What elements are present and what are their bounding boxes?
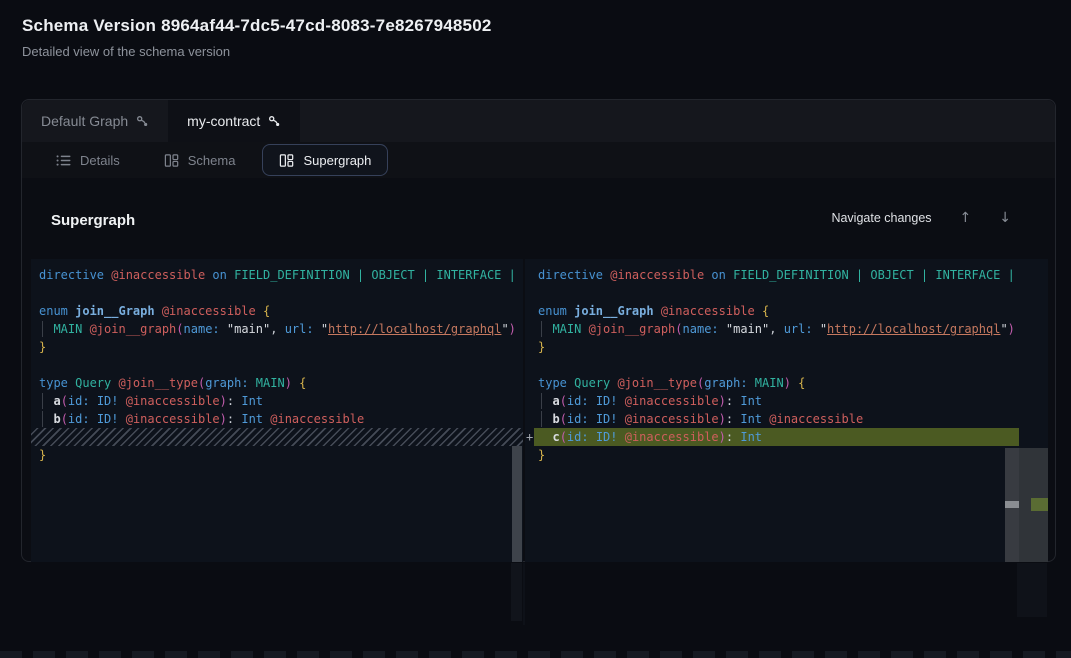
arrow-down-icon: ↓ <box>999 210 1011 226</box>
fork-icon <box>268 115 281 128</box>
code-line: b(id: ID! @inaccessible): Int @inaccessi… <box>31 410 523 428</box>
page-subtitle: Detailed view of the schema version <box>22 44 492 59</box>
tab-default-graph[interactable]: Default Graph <box>22 100 168 142</box>
divider-overflow-strip <box>523 563 525 625</box>
code-line <box>31 356 523 374</box>
minimap-overflow-strip <box>1017 563 1047 617</box>
code-line <box>31 284 523 302</box>
scrollbar-overflow-strip <box>511 563 522 621</box>
diff-added-marker: + <box>526 428 533 446</box>
code-line: type Query @join__type(graph: MAIN) { <box>525 374 1048 392</box>
diff-right-code: directive @inaccessible on FIELD_DEFINIT… <box>525 259 1048 464</box>
diff-placeholder-line <box>31 428 523 446</box>
code-line: b(id: ID! @inaccessible): Int @inaccessi… <box>525 410 1048 428</box>
minimap-viewport-marker <box>1005 501 1019 508</box>
code-line: a(id: ID! @inaccessible): Int <box>31 392 523 410</box>
bottom-dashed-edge <box>0 651 1071 658</box>
tab-my-contract[interactable]: my-contract <box>168 100 300 142</box>
code-line: a(id: ID! @inaccessible): Int <box>525 392 1048 410</box>
tab-label: Default Graph <box>41 113 128 129</box>
variant-tab-bar: Default Graph my-contract <box>22 100 1055 142</box>
code-line: } <box>31 446 523 464</box>
diff-left-editor[interactable]: directive @inaccessible on FIELD_DEFINIT… <box>31 259 523 562</box>
tab-label: my-contract <box>187 113 260 129</box>
left-editor-scrollbar[interactable] <box>512 446 522 562</box>
view-tab-bar: Details Schema Supergraph <box>22 142 1055 178</box>
split-panels-icon <box>279 153 294 168</box>
schema-version-card: Default Graph my-contract <box>21 99 1056 562</box>
code-line <box>525 356 1048 374</box>
code-line <box>525 284 1048 302</box>
split-panels-icon <box>164 153 179 168</box>
tab-supergraph[interactable]: Supergraph <box>262 144 388 176</box>
code-line: directive @inaccessible on FIELD_DEFINIT… <box>525 266 1048 284</box>
navigate-changes-label: Navigate changes <box>831 211 931 225</box>
navigate-changes: Navigate changes ↑ ↓ <box>831 211 1011 225</box>
supergraph-heading: Supergraph <box>51 212 135 229</box>
subtab-label: Supergraph <box>303 153 371 168</box>
diff-right-editor[interactable]: directive @inaccessible on FIELD_DEFINIT… <box>525 259 1048 562</box>
minimap-added-change-marker <box>1031 498 1048 511</box>
tab-details[interactable]: Details <box>39 144 137 176</box>
page-header: Schema Version 8964af44-7dc5-47cd-8083-7… <box>22 16 492 59</box>
subtab-label: Schema <box>188 153 236 168</box>
diff-added-line: + c(id: ID! @inaccessible): Int <box>525 428 1048 446</box>
diff-left-code: directive @inaccessible on FIELD_DEFINIT… <box>31 259 523 464</box>
arrow-up-icon: ↑ <box>960 210 972 226</box>
code-line: directive @inaccessible on FIELD_DEFINIT… <box>31 266 523 284</box>
code-line: MAIN @join__graph(name: "main", url: "ht… <box>525 320 1048 338</box>
page-title: Schema Version 8964af44-7dc5-47cd-8083-7… <box>22 16 492 36</box>
list-icon <box>56 154 71 167</box>
tab-schema[interactable]: Schema <box>147 144 253 176</box>
code-line: } <box>31 338 523 356</box>
code-line: } <box>525 338 1048 356</box>
code-line: type Query @join__type(graph: MAIN) { <box>31 374 523 392</box>
code-line: enum join__Graph @inaccessible { <box>525 302 1048 320</box>
code-line: enum join__Graph @inaccessible { <box>31 302 523 320</box>
fork-icon <box>136 115 149 128</box>
code-line: MAIN @join__graph(name: "main", url: "ht… <box>31 320 523 338</box>
code-line: } <box>525 446 1048 464</box>
subtab-label: Details <box>80 153 120 168</box>
next-change-button[interactable]: ↓ <box>999 211 1011 225</box>
minimap[interactable] <box>1005 448 1048 562</box>
prev-change-button[interactable]: ↑ <box>960 211 972 225</box>
